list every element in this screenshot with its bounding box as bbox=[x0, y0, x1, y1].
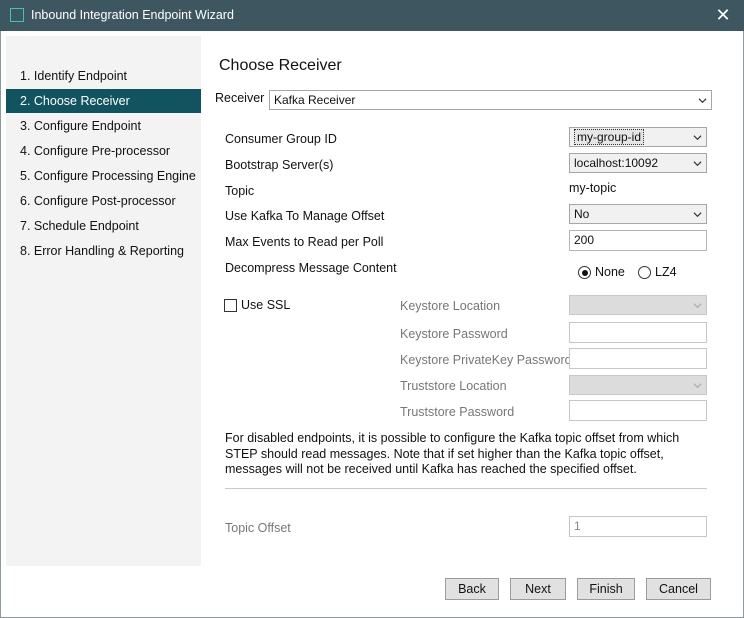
chevron-down-icon bbox=[693, 212, 702, 218]
decompress-lz4-radio[interactable] bbox=[638, 266, 651, 279]
truststore-location-select[interactable] bbox=[569, 375, 707, 395]
max-events-input[interactable]: 200 bbox=[569, 230, 707, 251]
back-button[interactable]: Back bbox=[445, 578, 499, 600]
sidebar-item-configure-processing-engine[interactable]: 5. Configure Processing Engine bbox=[6, 164, 201, 188]
bootstrap-value: localhost:10092 bbox=[574, 156, 659, 170]
max-events-label: Max Events to Read per Poll bbox=[225, 235, 384, 249]
chevron-down-icon bbox=[693, 161, 702, 167]
keystore-password-input[interactable] bbox=[569, 322, 707, 343]
keystore-privatekey-label: Keystore PrivateKey Password bbox=[400, 353, 572, 367]
decompress-none-label: None bbox=[595, 265, 625, 279]
chevron-down-icon bbox=[693, 135, 702, 141]
chevron-down-icon bbox=[693, 303, 702, 309]
window-title: Inbound Integration Endpoint Wizard bbox=[31, 8, 234, 22]
app-window-icon bbox=[10, 8, 24, 22]
use-ssl-checkbox[interactable] bbox=[224, 299, 237, 312]
keystore-location-label: Keystore Location bbox=[400, 299, 501, 313]
finish-button[interactable]: Finish bbox=[577, 578, 635, 600]
sidebar-item-identify-endpoint[interactable]: 1. Identify Endpoint bbox=[6, 64, 201, 88]
cancel-button[interactable]: Cancel bbox=[646, 578, 711, 600]
divider bbox=[225, 488, 707, 489]
topic-label: Topic bbox=[225, 184, 255, 198]
truststore-location-label: Truststore Location bbox=[400, 379, 507, 393]
bootstrap-select[interactable]: localhost:10092 bbox=[569, 153, 707, 173]
decompress-label: Decompress Message Content bbox=[225, 261, 397, 275]
truststore-password-label: Truststore Password bbox=[400, 405, 515, 419]
sidebar-item-configure-endpoint[interactable]: 3. Configure Endpoint bbox=[6, 114, 201, 138]
keystore-password-label: Keystore Password bbox=[400, 327, 508, 341]
chevron-down-icon bbox=[698, 98, 707, 104]
decompress-lz4-label: LZ4 bbox=[655, 265, 677, 279]
page-title: Choose Receiver bbox=[219, 57, 342, 74]
manage-offset-select[interactable]: No bbox=[569, 204, 707, 224]
use-ssl-label: Use SSL bbox=[241, 298, 291, 312]
receiver-select[interactable]: Kafka Receiver bbox=[269, 90, 712, 110]
manage-offset-value: No bbox=[574, 207, 590, 221]
keystore-location-select[interactable] bbox=[569, 295, 707, 315]
sidebar-item-error-handling[interactable]: 8. Error Handling & Reporting bbox=[6, 239, 201, 263]
truststore-password-input[interactable] bbox=[569, 400, 707, 421]
sidebar-item-configure-pre-processor[interactable]: 4. Configure Pre-processor bbox=[6, 139, 201, 163]
wizard-window: 1. Identify Endpoint 2. Choose Receiver … bbox=[0, 31, 744, 618]
chevron-down-icon bbox=[693, 383, 702, 389]
steps-sidebar: 1. Identify Endpoint 2. Choose Receiver … bbox=[6, 36, 201, 566]
close-icon[interactable]: ✕ bbox=[712, 4, 734, 26]
keystore-privatekey-input[interactable] bbox=[569, 348, 707, 369]
offset-info-text: For disabled endpoints, it is possible t… bbox=[225, 431, 680, 476]
consumer-group-value: my-group-id bbox=[574, 129, 645, 145]
manage-offset-label: Use Kafka To Manage Offset bbox=[225, 209, 385, 223]
consumer-group-select[interactable]: my-group-id bbox=[569, 127, 707, 147]
sidebar-item-schedule-endpoint[interactable]: 7. Schedule Endpoint bbox=[6, 214, 201, 238]
sidebar-item-configure-post-processor[interactable]: 6. Configure Post-processor bbox=[6, 189, 201, 213]
receiver-label: Receiver bbox=[215, 91, 265, 105]
decompress-none-radio[interactable] bbox=[578, 266, 591, 279]
receiver-select-value: Kafka Receiver bbox=[274, 93, 356, 107]
topic-value: my-topic bbox=[569, 181, 617, 195]
consumer-group-label: Consumer Group ID bbox=[225, 132, 337, 146]
main-content: Choose Receiver Receiver Kafka Receiver … bbox=[201, 31, 744, 617]
sidebar-item-choose-receiver[interactable]: 2. Choose Receiver bbox=[6, 89, 201, 113]
topic-offset-label: Topic Offset bbox=[225, 521, 291, 535]
title-bar: Inbound Integration Endpoint Wizard ✕ bbox=[0, 0, 744, 31]
next-button[interactable]: Next bbox=[510, 578, 566, 600]
bootstrap-label: Bootstrap Server(s) bbox=[225, 158, 334, 172]
topic-offset-input[interactable]: 1 bbox=[569, 516, 707, 537]
